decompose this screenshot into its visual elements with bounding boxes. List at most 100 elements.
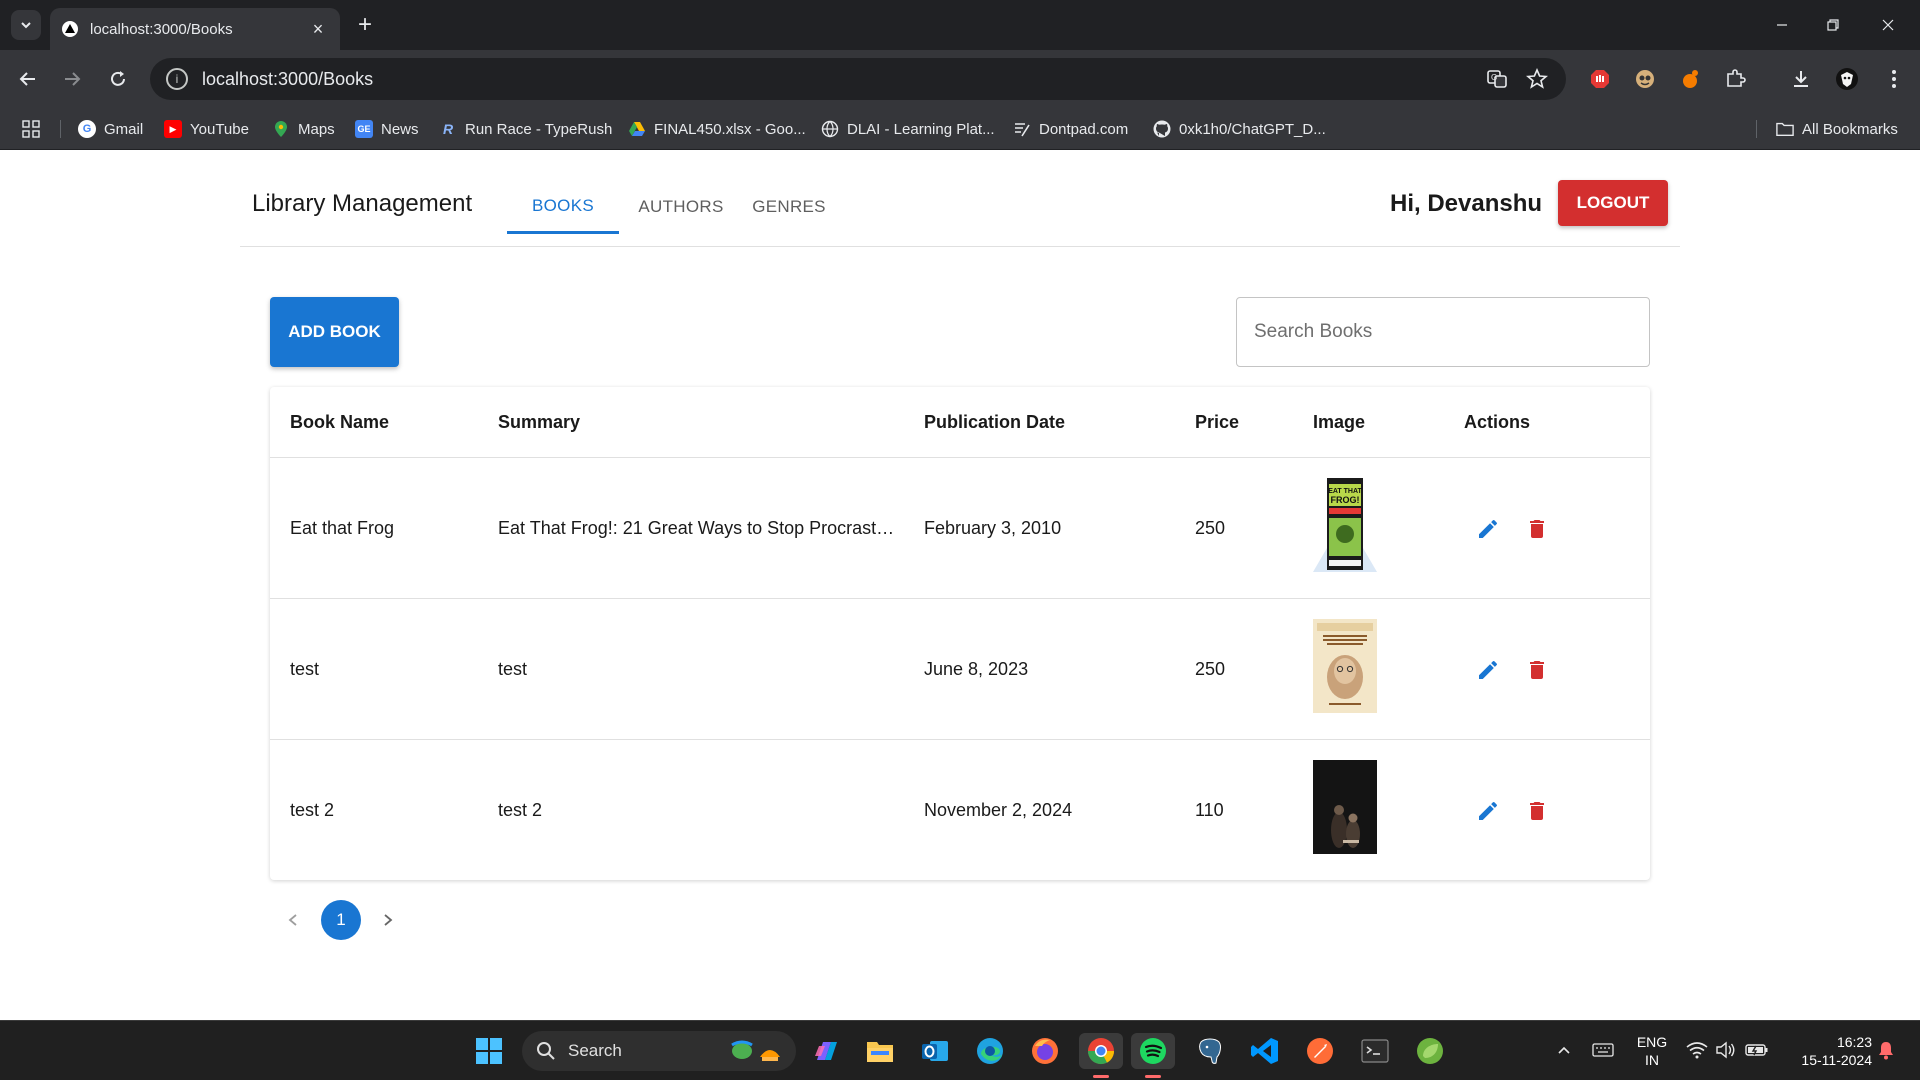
bookmark-typerush[interactable]: R Run Race - TypeRush [439,118,612,140]
firefox-icon[interactable] [1027,1033,1063,1069]
delete-icon[interactable] [1522,655,1552,685]
book-cover-image [1313,760,1377,854]
chrome-icon[interactable] [1079,1033,1123,1069]
bookmark-label: Gmail [104,120,144,138]
typerush-icon: R [442,121,454,137]
extensions-puzzle-icon[interactable] [1722,66,1748,92]
bookmark-final450[interactable]: FINAL450.xlsx - Goo... [628,118,806,140]
tab-authors[interactable]: AUTHORS [628,180,734,234]
bookmark-youtube[interactable]: ▶ YouTube [164,118,249,140]
book-cover-image [1313,619,1377,713]
search-books-input[interactable] [1236,297,1650,367]
bookmark-maps[interactable]: Maps [272,118,335,140]
cell-price: 110 [1195,800,1224,820]
show-hidden-icons-chevron-icon[interactable] [1552,1035,1576,1065]
bookmarks-divider [1756,120,1757,138]
delete-icon[interactable] [1522,514,1552,544]
orange-extension-icon[interactable] [1677,66,1703,92]
minimize-window-icon[interactable] [1762,10,1802,40]
new-tab-icon[interactable]: + [352,11,378,38]
spotify-icon[interactable] [1131,1033,1175,1069]
logout-button[interactable]: LOGOUT [1558,180,1668,226]
translate-icon[interactable]: G [1482,64,1512,94]
browser-menu-icon[interactable] [1881,66,1907,92]
face-extension-icon[interactable] [1632,66,1658,92]
cell-book-name: test 2 [290,800,335,820]
edge-icon[interactable] [972,1033,1008,1069]
postgresql-icon[interactable] [1192,1033,1228,1069]
close-window-icon[interactable] [1868,10,1908,40]
bookmark-news[interactable]: GE News [355,118,419,140]
svg-text:FROG!: FROG! [1331,495,1360,505]
cell-publication-date: June 8, 2023 [924,659,1029,679]
bookmark-gmail[interactable]: G Gmail [78,118,143,140]
bookmark-label: Run Race - TypeRush [465,120,613,138]
download-icon[interactable] [1788,66,1814,92]
cell-price: 250 [1195,659,1226,679]
volume-icon[interactable] [1713,1035,1739,1065]
add-book-button[interactable]: ADD BOOK [270,297,399,367]
wifi-icon[interactable] [1684,1035,1710,1065]
reload-icon[interactable] [103,64,133,94]
bookmark-dlai[interactable]: DLAI - Learning Plat... [821,118,995,140]
outlook-icon[interactable] [917,1033,953,1069]
system-clock[interactable]: 16:23 15-11-2024 [1784,1033,1872,1069]
books-table: Book Name Summary Publication Date Price… [270,387,1650,880]
notification-bell-icon[interactable] [1874,1035,1898,1065]
drive-icon [628,120,646,138]
browser-tab-strip: localhost:3000/Books × + [0,0,1920,50]
vscode-icon[interactable] [1247,1033,1283,1069]
adblock-extension-icon[interactable] [1587,66,1613,92]
copilot-icon[interactable] [808,1033,844,1069]
terminal-icon[interactable] [1357,1033,1393,1069]
site-info-icon[interactable]: i [166,68,188,90]
profile-avatar-icon[interactable] [1834,66,1860,92]
browser-tab[interactable]: localhost:3000/Books × [50,8,340,50]
previous-page-icon[interactable] [282,905,304,935]
folder-icon [1776,120,1794,138]
tab-books[interactable]: BOOKS [507,180,619,234]
restore-window-icon[interactable] [1813,10,1853,40]
all-bookmarks[interactable]: All Bookmarks [1776,118,1898,140]
cell-summary: Eat That Frog!: 21 Great Ways to Stop Pr… [498,518,898,538]
edit-icon[interactable] [1473,796,1503,826]
bookmark-dontpad[interactable]: Dontpad.com [1013,118,1128,140]
address-bar[interactable]: i localhost:3000/Books [150,58,1566,100]
search-highlight-icon [731,1040,780,1061]
cell-book-name: test [290,659,320,679]
delete-icon[interactable] [1522,796,1552,826]
url-text: localhost:3000/Books [202,68,374,89]
input-language[interactable]: ENG IN [1632,1033,1672,1069]
forward-arrow-icon[interactable] [57,64,87,94]
bookmark-label: 0xk1h0/ChatGPT_D... [1179,120,1326,138]
edit-icon[interactable] [1473,514,1503,544]
column-header-publication-date: Publication Date [924,412,1066,432]
globe-icon [821,120,839,138]
taskbar-search-box[interactable]: Search [522,1031,796,1071]
close-tab-icon[interactable]: × [308,19,328,39]
column-header-actions: Actions [1464,412,1531,432]
column-header-image: Image [1313,412,1366,432]
apps-grid-icon[interactable] [22,118,40,140]
file-explorer-icon[interactable] [862,1033,898,1069]
keyboard-icon[interactable] [1590,1035,1616,1065]
spotify-running-indicator [1145,1075,1161,1078]
back-arrow-icon[interactable] [13,64,43,94]
postman-icon[interactable] [1302,1033,1338,1069]
language-code: ENG [1636,1034,1668,1050]
edit-icon[interactable] [1473,655,1503,685]
tab-search-button[interactable] [11,10,41,40]
bookmark-label: All Bookmarks [1802,120,1898,138]
bookmark-github[interactable]: 0xk1h0/ChatGPT_D... [1153,118,1326,140]
next-page-icon[interactable] [377,905,399,935]
chevron-down-icon [21,22,31,29]
bookmark-star-icon[interactable] [1522,64,1552,94]
tab-genres[interactable]: GENRES [746,180,832,234]
battery-charging-icon[interactable] [1743,1035,1771,1065]
svg-text:G: G [1491,73,1497,82]
spring-boot-icon[interactable] [1412,1033,1448,1069]
page-number-button[interactable]: 1 [321,900,361,940]
nextjs-favicon-icon [62,21,78,37]
windows-start-icon[interactable] [471,1033,507,1069]
table-row: test 2 test 2 November 2, 2024 110 [270,740,1650,881]
